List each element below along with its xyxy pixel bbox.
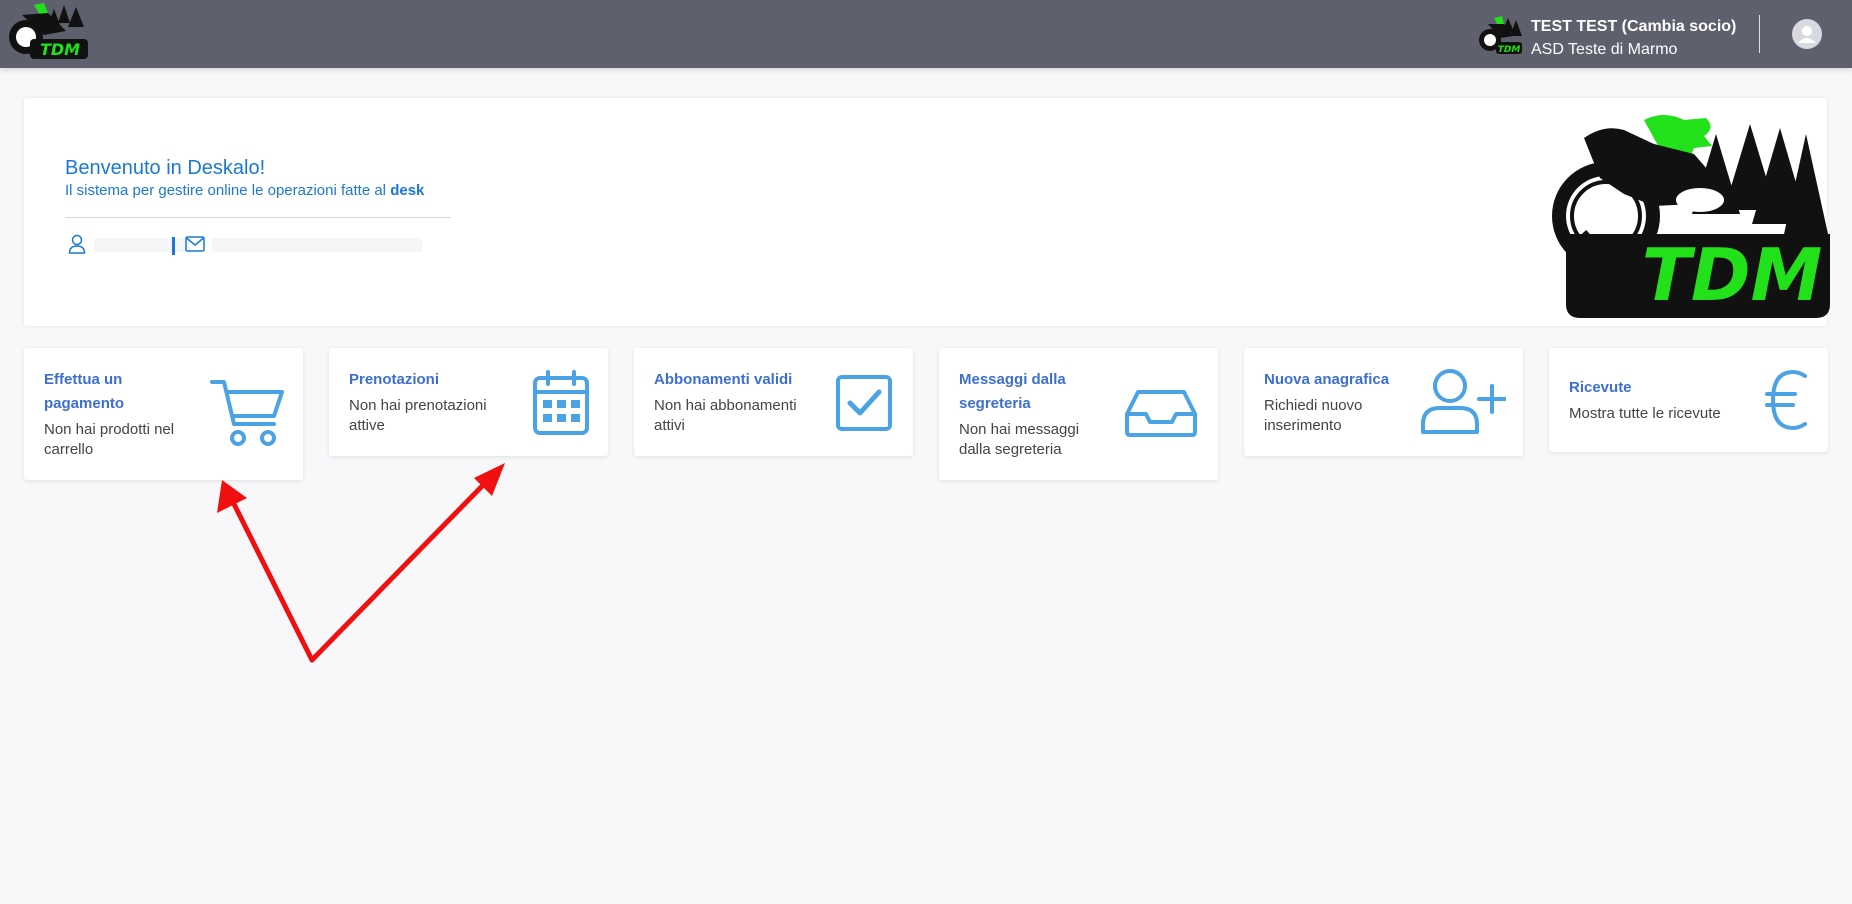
euro-icon bbox=[1765, 370, 1807, 430]
change-member-link[interactable]: TEST TEST (Cambia socio) bbox=[1531, 18, 1736, 36]
organization-name: ASD Teste di Marmo bbox=[1531, 41, 1678, 58]
tile-title-line: segreteria bbox=[959, 395, 1031, 412]
svg-text:TDM: TDM bbox=[1498, 45, 1521, 55]
tile-desc-line: Richiedi nuovo bbox=[1264, 397, 1363, 414]
email-redacted bbox=[212, 238, 422, 252]
tile-title: Effettua un pagamento bbox=[44, 368, 124, 416]
tile-title-line: pagamento bbox=[44, 395, 125, 412]
tile-desc-line: Non hai messaggi bbox=[959, 421, 1080, 438]
tile-description: Non hai abbonamenti attivi bbox=[654, 396, 797, 436]
tile-title: Prenotazioni bbox=[349, 368, 439, 392]
tile-description: Non hai prenotazioni attive bbox=[349, 396, 487, 436]
tile-desc-line: attive bbox=[349, 417, 385, 434]
tile-bookings[interactable]: Prenotazioni Non hai prenotazioni attive bbox=[329, 348, 608, 456]
mail-icon bbox=[185, 236, 205, 252]
annotation-arrow-to-bookings bbox=[309, 463, 505, 663]
calendar-icon bbox=[533, 370, 589, 435]
user-avatar-icon bbox=[1798, 26, 1816, 43]
tile-title-line: Messaggi dalla bbox=[959, 371, 1066, 388]
topbar-divider bbox=[1759, 15, 1760, 53]
cart-icon bbox=[210, 380, 284, 446]
svg-text:TDM: TDM bbox=[1642, 233, 1823, 317]
annotation-arrow-to-payment bbox=[217, 480, 315, 663]
welcome-card: Benvenuto in Deskalo! Il sistema per ges… bbox=[24, 98, 1830, 326]
organization-logo: TDM bbox=[1479, 16, 1522, 55]
tile-desc-line: Mostra tutte le ricevute bbox=[1569, 405, 1721, 422]
username-redacted bbox=[94, 238, 190, 252]
tile-messages[interactable]: Messaggi dalla segreteria Non hai messag… bbox=[939, 348, 1218, 480]
tile-desc-line: dalla segreteria bbox=[959, 441, 1062, 458]
svg-text:TDM: TDM bbox=[40, 40, 80, 59]
tile-desc-line: Non hai abbonamenti bbox=[654, 397, 797, 414]
welcome-subtitle-bold: desk bbox=[390, 182, 425, 199]
tile-title-line: Nuova anagrafica bbox=[1264, 371, 1390, 388]
tile-new-registry[interactable]: Nuova anagrafica Richiedi nuovo inserime… bbox=[1244, 348, 1523, 456]
tile-title: Ricevute bbox=[1569, 376, 1632, 400]
tile-description: Non hai prodotti nel carrello bbox=[44, 420, 174, 460]
user-avatar-button[interactable] bbox=[1792, 19, 1822, 49]
tile-receipts[interactable]: Ricevute Mostra tutte le ricevute bbox=[1549, 348, 1828, 452]
tile-title: Messaggi dalla segreteria bbox=[959, 368, 1066, 416]
welcome-subtitle: Il sistema per gestire online le operazi… bbox=[65, 182, 424, 199]
tile-description: Richiedi nuovo inserimento bbox=[1264, 396, 1362, 436]
welcome-title: Benvenuto in Deskalo! bbox=[65, 157, 266, 179]
tile-desc-line: Non hai prodotti nel bbox=[44, 421, 175, 438]
tile-description: Mostra tutte le ricevute bbox=[1569, 404, 1721, 424]
tile-title: Nuova anagrafica bbox=[1264, 368, 1389, 392]
welcome-subtitle-text: Il sistema per gestire online le operazi… bbox=[65, 182, 391, 199]
tile-title-line: Ricevute bbox=[1569, 379, 1632, 396]
welcome-divider bbox=[65, 217, 451, 218]
tile-title-line: Prenotazioni bbox=[349, 371, 440, 388]
tdm-logo-large: TDM bbox=[1552, 115, 1830, 318]
tile-desc-line: attivi bbox=[654, 417, 685, 434]
tile-title: Abbonamenti validi bbox=[654, 368, 792, 392]
inbox-icon bbox=[1125, 390, 1197, 437]
info-separator bbox=[172, 237, 175, 255]
tdm-logo-small[interactable]: TDM bbox=[4, 1, 90, 63]
tile-title-line: Effettua un bbox=[44, 371, 123, 388]
tile-title-line: Abbonamenti validi bbox=[654, 371, 793, 388]
add-user-icon bbox=[1421, 369, 1506, 434]
tile-desc-line: carrello bbox=[44, 441, 94, 458]
tile-description: Non hai messaggi dalla segreteria bbox=[959, 420, 1079, 460]
tile-desc-line: inserimento bbox=[1264, 417, 1342, 434]
tile-payment[interactable]: Effettua un pagamento Non hai prodotti n… bbox=[24, 348, 303, 480]
tile-subscriptions[interactable]: Abbonamenti validi Non hai abbonamenti a… bbox=[634, 348, 913, 456]
user-icon bbox=[68, 234, 86, 254]
top-navbar: TDM TDM TEST TEST (Cambia socio) ASD Tes… bbox=[0, 0, 1852, 68]
checkbox-icon bbox=[836, 375, 892, 431]
tile-desc-line: Non hai prenotazioni bbox=[349, 397, 487, 414]
